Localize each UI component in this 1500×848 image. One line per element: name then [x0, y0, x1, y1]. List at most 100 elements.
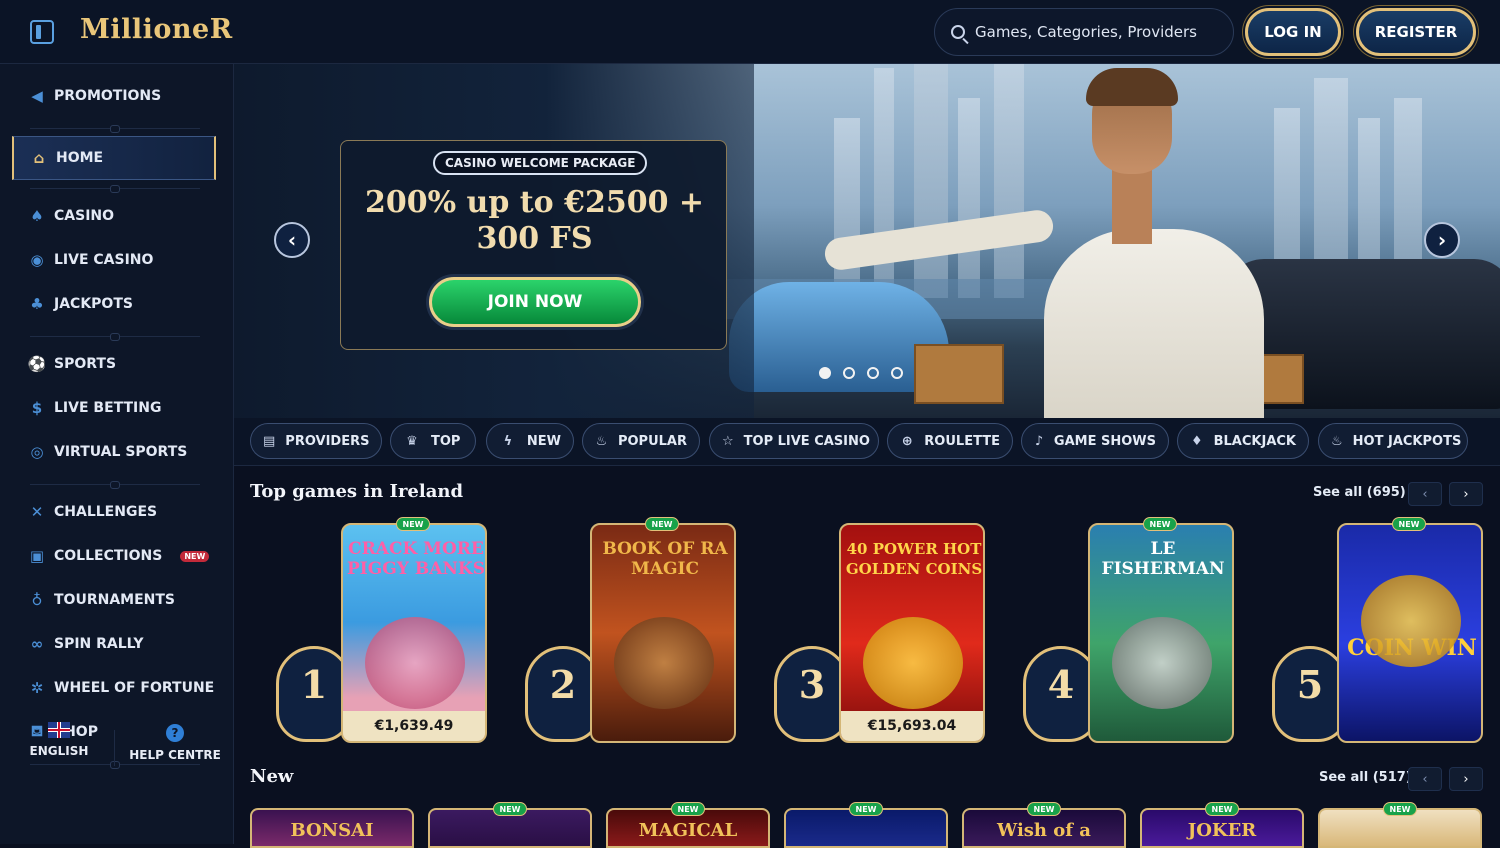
new-badge: NEW: [180, 550, 210, 562]
roulette-icon: ⊕: [901, 433, 913, 449]
login-button[interactable]: LOG IN: [1245, 8, 1341, 56]
ball-icon: ⚽: [27, 355, 47, 373]
star-icon: ☆: [722, 433, 734, 449]
sidebar-item-spin-rally[interactable]: ∞ SPIN RALLY: [12, 622, 216, 666]
flame-icon: ♨: [1331, 433, 1343, 449]
cards-icon: ♦: [1190, 433, 1203, 449]
new-tag: NEW: [1205, 802, 1239, 816]
footer-separator: [114, 730, 115, 766]
category-top-live-casino[interactable]: ☆ TOP LIVE CASINO: [709, 423, 879, 459]
jackpot-amount: €1,639.49: [343, 711, 485, 741]
new-tag: NEW: [671, 802, 705, 816]
game-card[interactable]: COIN WIN: [1337, 523, 1483, 743]
game-title: BONSAI: [290, 820, 374, 841]
top-games-prev-button[interactable]: ‹: [1408, 482, 1442, 506]
category-top[interactable]: ♛ TOP: [390, 423, 476, 459]
category-blackjack[interactable]: ♦ BLACKJACK: [1177, 423, 1309, 459]
sidebar-item-label: JACKPOTS: [54, 296, 133, 312]
new-games-prev-button[interactable]: ‹: [1408, 767, 1442, 791]
top-games-see-all[interactable]: See all (695): [1313, 485, 1406, 500]
sidebar-item-challenges[interactable]: ✕ CHALLENGES: [12, 490, 216, 534]
site-logo[interactable]: MillioneR: [80, 14, 233, 45]
new-games-next-button[interactable]: ›: [1449, 767, 1483, 791]
game-card[interactable]: 40 POWER HOT GOLDEN COINS €15,693.04: [839, 523, 985, 743]
top-games-title: Top games in Ireland: [250, 481, 464, 502]
sidebar-item-label: WHEEL OF FORTUNE: [54, 680, 215, 696]
game-title: LE FISHERMAN: [1101, 539, 1225, 579]
uk-flag-icon: [48, 722, 70, 738]
game-card[interactable]: CRACK MORE PIGGY BANKS €1,639.49: [341, 523, 487, 743]
category-label: HOT JACKPOTS: [1352, 433, 1462, 449]
sidebar-item-jackpots[interactable]: ♣ JACKPOTS: [12, 282, 216, 326]
hero-prev-button[interactable]: ‹: [274, 222, 310, 258]
game-title: JOKER: [1187, 820, 1257, 841]
piggy-art-icon: [365, 617, 465, 709]
slide-dot[interactable]: [819, 367, 831, 379]
help-icon: ?: [166, 724, 184, 742]
swords-icon: ✕: [30, 503, 44, 521]
sidebar-item-live-casino[interactable]: ◉ LIVE CASINO: [12, 238, 216, 282]
register-button[interactable]: REGISTER: [1356, 8, 1476, 56]
slide-dot[interactable]: [867, 367, 879, 379]
category-roulette[interactable]: ⊕ ROULETTE: [887, 423, 1013, 459]
promo-card: CASINO WELCOME PACKAGE 200% up to €2500 …: [340, 140, 727, 350]
sidebar-item-sports[interactable]: ⚽ SPORTS: [12, 342, 216, 386]
category-bar: ▤ PROVIDERS ♛ TOP ϟ NEW ♨ POPULAR ☆ TOP LIVE …: [234, 418, 1500, 466]
raccoon-art-icon: [1112, 617, 1212, 709]
game-title: 40 POWER HOT GOLDEN COINS: [845, 540, 983, 578]
hero-next-button[interactable]: ›: [1424, 222, 1460, 258]
top-games-next-button[interactable]: ›: [1449, 482, 1483, 506]
crown-icon: ♛: [406, 433, 418, 449]
hero-banner[interactable]: CASINO WELCOME PACKAGE 200% up to €2500 …: [234, 64, 1500, 418]
sidebar-item-casino[interactable]: ♠ CASINO: [12, 194, 216, 238]
join-now-button[interactable]: JOIN NOW: [429, 277, 641, 327]
sidebar-toggle-icon[interactable]: [30, 20, 54, 44]
sidebar-item-label: LIVE BETTING: [54, 400, 162, 416]
game-card[interactable]: BOOK OF RA MAGIC: [590, 523, 736, 743]
category-label: GAME SHOWS: [1053, 433, 1156, 449]
category-game-shows[interactable]: ♪ GAME SHOWS: [1021, 423, 1169, 459]
sidebar-item-home[interactable]: ⌂ HOME: [12, 136, 216, 180]
category-providers[interactable]: ▤ PROVIDERS: [250, 423, 382, 459]
game-title: Wish of a: [997, 820, 1091, 841]
search-input[interactable]: [975, 21, 1215, 43]
sidebar-item-promotions[interactable]: ◀ PROMOTIONS: [12, 74, 216, 118]
gold-coin-art-icon: [1361, 575, 1461, 667]
home-icon: ⌂: [33, 149, 45, 167]
category-label: ROULETTE: [924, 433, 1000, 449]
new-tag: NEW: [396, 517, 430, 531]
sidebar-item-wheel-of-fortune[interactable]: ✲ WHEEL OF FORTUNE: [12, 666, 216, 710]
game-title: MAGICAL: [638, 820, 738, 841]
sidebar-item-label: PROMOTIONS: [54, 88, 162, 104]
category-popular[interactable]: ♨ POPULAR: [582, 423, 700, 459]
game-title: CRACK MORE PIGGY BANKS: [347, 539, 485, 579]
category-label: POPULAR: [617, 433, 687, 449]
sidebar-item-tournaments[interactable]: ♁ TOURNAMENTS: [12, 578, 216, 622]
slide-dot[interactable]: [891, 367, 903, 379]
category-label: NEW: [526, 433, 561, 449]
category-hot-jackpots[interactable]: ♨ HOT JACKPOTS: [1318, 423, 1468, 459]
game-card[interactable]: LE FISHERMAN: [1088, 523, 1234, 743]
sidebar-item-label: SPORTS: [54, 356, 117, 372]
sidebar-item-virtual-sports[interactable]: ◎ VIRTUAL SPORTS: [12, 430, 216, 474]
spade-icon: ♠: [30, 207, 44, 225]
category-new[interactable]: ϟ NEW: [486, 423, 574, 459]
chip-icon: ◉: [30, 251, 44, 269]
flame-icon: ♨: [595, 433, 608, 449]
language-selector[interactable]: ENGLISH: [20, 722, 98, 758]
sidebar-item-collections[interactable]: ▣ COLLECTIONS NEW: [12, 534, 216, 578]
coin-pot-art-icon: [863, 617, 963, 709]
search-box[interactable]: [934, 8, 1234, 56]
new-tag: NEW: [645, 517, 679, 531]
new-tag: NEW: [1027, 802, 1061, 816]
sidebar-item-live-betting[interactable]: $ LIVE BETTING: [12, 386, 216, 430]
game-card[interactable]: BONSAI: [250, 808, 414, 848]
globe-icon: ◎: [30, 443, 44, 461]
help-centre-link[interactable]: ? HELP CENTRE: [128, 722, 222, 762]
new-games-see-all[interactable]: See all (517): [1319, 770, 1412, 785]
medal-icon: ♁: [31, 591, 43, 609]
slide-indicators: [819, 367, 903, 379]
slide-dot[interactable]: [843, 367, 855, 379]
sidebar-item-label: LIVE CASINO: [54, 252, 154, 268]
sidebar-item-label: CASINO: [54, 208, 115, 224]
